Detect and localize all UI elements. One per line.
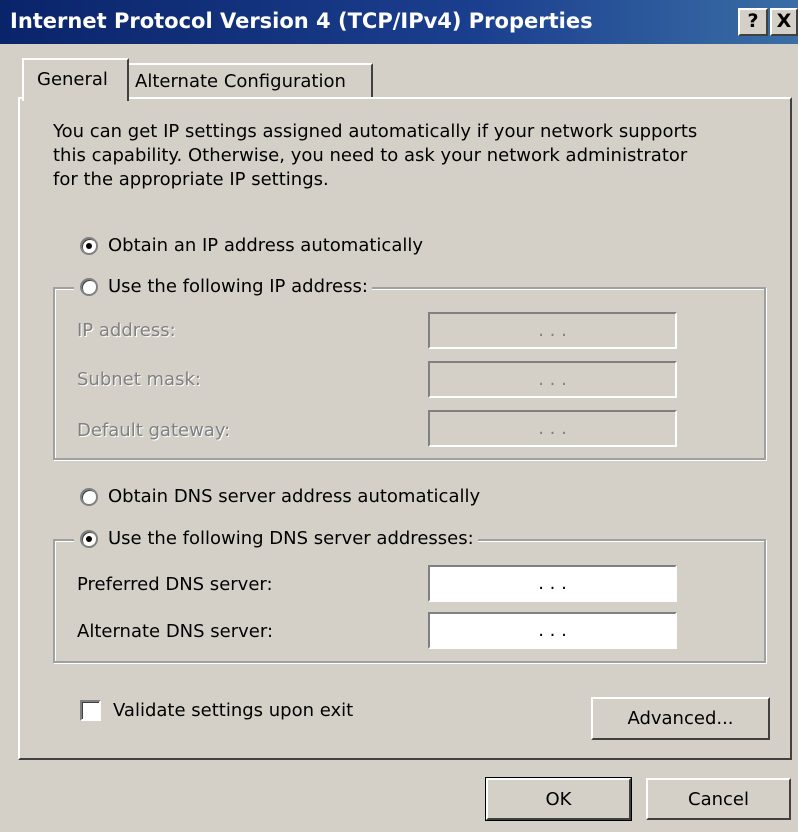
tab-general-label: General (37, 69, 108, 90)
ok-button[interactable]: OK (485, 777, 632, 821)
obtain-ip-auto-radio[interactable]: Obtain an IP address automatically (80, 235, 428, 256)
radio-unchecked-icon (80, 487, 98, 506)
subnet-mask-label: Subnet mask: (77, 369, 201, 390)
default-gateway-label: Default gateway: (77, 420, 231, 441)
use-following-dns-label: Use the following DNS server addresses: (108, 528, 474, 549)
use-following-ip-radio[interactable]: Use the following IP address: (74, 276, 372, 297)
alternate-dns-label: Alternate DNS server: (77, 621, 274, 642)
checkbox-unchecked-icon (80, 700, 101, 721)
default-gateway-value: . . . (538, 417, 567, 439)
validate-settings-label: Validate settings upon exit (113, 700, 354, 721)
tab-alternate-configuration[interactable]: Alternate Configuration (127, 63, 373, 97)
title-bar: Internet Protocol Version 4 (TCP/IPv4) P… (0, 0, 798, 44)
advanced-button[interactable]: Advanced... (591, 697, 770, 740)
ip-address-value: . . . (538, 319, 567, 341)
subnet-mask-value: . . . (538, 368, 567, 390)
close-button[interactable]: X (770, 8, 798, 36)
ip-address-label: IP address: (77, 320, 176, 341)
ip-address-field: . . . (428, 312, 677, 349)
tab-general[interactable]: General (22, 58, 129, 101)
validate-settings-checkbox[interactable]: Validate settings upon exit (80, 700, 353, 721)
radio-checked-icon (80, 529, 98, 548)
subnet-mask-field: . . . (428, 361, 677, 398)
cancel-button[interactable]: Cancel (646, 778, 791, 820)
use-following-dns-radio[interactable]: Use the following DNS server addresses: (74, 528, 478, 549)
obtain-dns-auto-radio[interactable]: Obtain DNS server address automatically (80, 486, 485, 507)
alternate-dns-value: . . . (538, 619, 567, 641)
obtain-dns-auto-label: Obtain DNS server address automatically (108, 486, 481, 507)
radio-unchecked-icon (80, 277, 98, 296)
window-title: Internet Protocol Version 4 (TCP/IPv4) P… (10, 9, 593, 33)
obtain-ip-auto-label: Obtain an IP address automatically (108, 235, 424, 256)
use-following-ip-label: Use the following IP address: (108, 276, 368, 297)
help-button[interactable]: ? (738, 8, 768, 36)
radio-checked-icon (80, 236, 98, 255)
tab-alternate-configuration-label: Alternate Configuration (135, 71, 346, 92)
preferred-dns-field[interactable]: . . . (428, 565, 677, 602)
preferred-dns-label: Preferred DNS server: (77, 574, 273, 595)
alternate-dns-field[interactable]: . . . (428, 612, 677, 649)
default-gateway-field: . . . (428, 410, 677, 447)
preferred-dns-value: . . . (538, 572, 567, 594)
